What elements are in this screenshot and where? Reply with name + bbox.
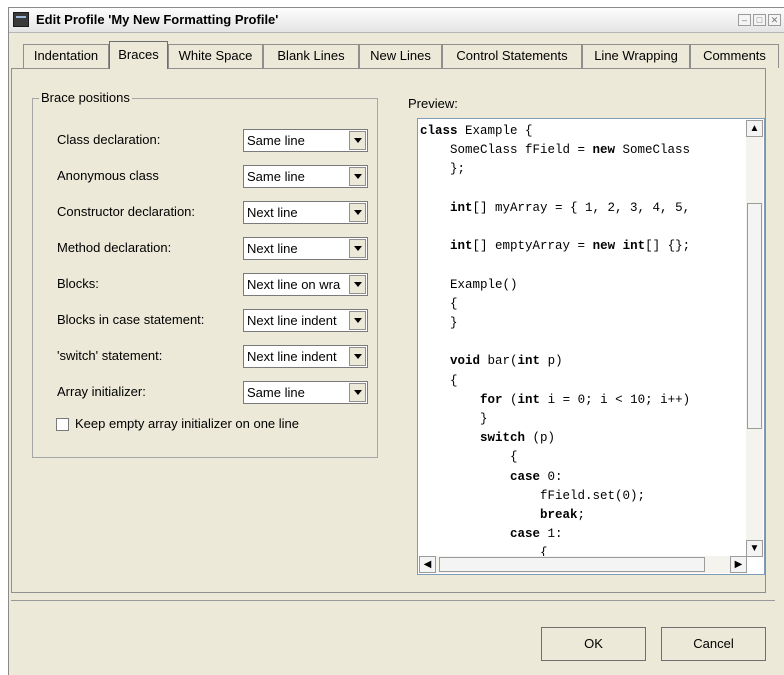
combo-value: Next line indent xyxy=(247,313,337,328)
blocks-label: Blocks: xyxy=(57,276,99,291)
vertical-scrollbar[interactable]: ▲ ▼ xyxy=(746,120,763,557)
combo-value: Same line xyxy=(247,385,305,400)
chevron-down-icon[interactable] xyxy=(349,167,366,186)
scroll-up-icon[interactable]: ▲ xyxy=(746,120,763,137)
minimize-icon[interactable]: – xyxy=(738,14,751,26)
array-initializer-label: Array initializer: xyxy=(57,384,146,399)
title-bar[interactable]: Edit Profile 'My New Formatting Profile'… xyxy=(9,8,784,33)
blocks-combo[interactable]: Next line on wra xyxy=(243,273,368,296)
combo-value: Next line on wra xyxy=(247,277,341,292)
scroll-right-icon[interactable]: ▶ xyxy=(730,556,747,573)
maximize-icon[interactable]: □ xyxy=(753,14,766,26)
app-icon xyxy=(13,12,29,27)
horizontal-scrollbar[interactable]: ◀ ▶ xyxy=(419,556,747,573)
separator xyxy=(11,600,775,601)
combo-value: Same line xyxy=(247,133,305,148)
blocks-in-case-label: Blocks in case statement: xyxy=(57,312,205,327)
tab-control-statements[interactable]: Control Statements xyxy=(442,44,582,68)
tab-indentation[interactable]: Indentation xyxy=(23,44,109,68)
class-declaration-combo[interactable]: Same line xyxy=(243,129,368,152)
class-declaration-label: Class declaration: xyxy=(57,132,161,147)
scroll-thumb[interactable] xyxy=(747,203,762,429)
switch-statement-label: 'switch' statement: xyxy=(57,348,163,363)
ok-button[interactable]: OK xyxy=(541,627,646,661)
chevron-down-icon[interactable] xyxy=(349,131,366,150)
preview-label: Preview: xyxy=(408,96,458,111)
window-title: Edit Profile 'My New Formatting Profile' xyxy=(36,12,279,27)
chevron-down-icon[interactable] xyxy=(349,347,366,366)
scroll-left-icon[interactable]: ◀ xyxy=(419,556,436,573)
chevron-down-icon[interactable] xyxy=(349,275,366,294)
switch-statement-combo[interactable]: Next line indent xyxy=(243,345,368,368)
close-icon[interactable]: ✕ xyxy=(768,14,781,26)
tab-comments[interactable]: Comments xyxy=(690,44,779,68)
keep-empty-array-label: Keep empty array initializer on one line xyxy=(75,416,300,431)
tab-braces[interactable]: Braces xyxy=(109,41,168,69)
array-initializer-combo[interactable]: Same line xyxy=(243,381,368,404)
group-legend: Brace positions xyxy=(39,90,132,105)
method-declaration-label: Method declaration: xyxy=(57,240,172,255)
combo-value: Next line xyxy=(247,205,298,220)
tab-blank-lines[interactable]: Blank Lines xyxy=(263,44,359,68)
combo-value: Next line indent xyxy=(247,349,337,364)
chevron-down-icon[interactable] xyxy=(349,311,366,330)
preview-pane[interactable]: class Example { SomeClass fField = new S… xyxy=(417,118,765,575)
code-preview: class Example { SomeClass fField = new S… xyxy=(420,124,691,556)
cancel-button[interactable]: Cancel xyxy=(661,627,766,661)
method-declaration-combo[interactable]: Next line xyxy=(243,237,368,260)
chevron-down-icon[interactable] xyxy=(349,383,366,402)
combo-value: Same line xyxy=(247,169,305,184)
combo-value: Next line xyxy=(247,241,298,256)
scroll-down-icon[interactable]: ▼ xyxy=(746,540,763,557)
constructor-declaration-label: Constructor declaration: xyxy=(57,204,196,219)
tab-white-space[interactable]: White Space xyxy=(168,44,263,68)
constructor-declaration-combo[interactable]: Next line xyxy=(243,201,368,224)
anonymous-class-label: Anonymous class xyxy=(57,168,159,183)
chevron-down-icon[interactable] xyxy=(349,239,366,258)
blocks-in-case-combo[interactable]: Next line indent xyxy=(243,309,368,332)
keep-empty-array-checkbox[interactable] xyxy=(56,418,69,431)
tab-line-wrapping[interactable]: Line Wrapping xyxy=(582,44,690,68)
scroll-thumb-horizontal[interactable] xyxy=(439,557,705,572)
chevron-down-icon[interactable] xyxy=(349,203,366,222)
tab-new-lines[interactable]: New Lines xyxy=(359,44,442,68)
anonymous-class-combo[interactable]: Same line xyxy=(243,165,368,188)
